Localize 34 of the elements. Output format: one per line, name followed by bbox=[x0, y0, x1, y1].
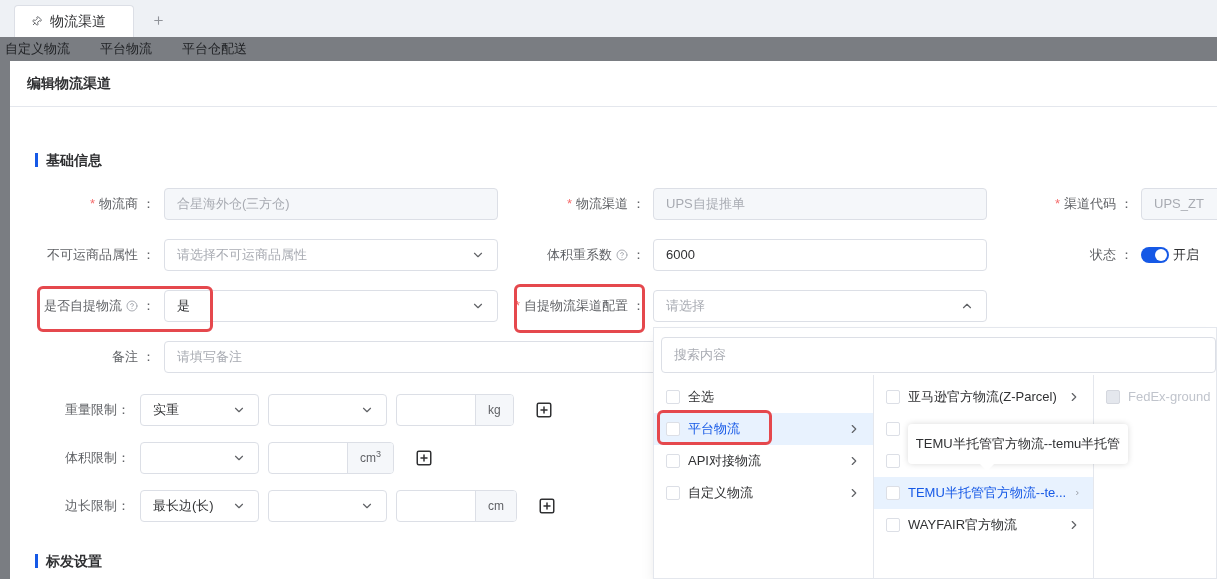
section-title: 标发设置 bbox=[46, 551, 102, 571]
label-colon: ： bbox=[142, 195, 155, 214]
label-colon: ： bbox=[632, 195, 645, 214]
required-mark: * bbox=[1054, 195, 1060, 214]
label-colon: ： bbox=[632, 297, 645, 316]
field-label: 体积重系数 bbox=[547, 246, 612, 265]
background-tab-label: 自定义物流 bbox=[5, 41, 70, 57]
label-colon: ： bbox=[142, 297, 155, 316]
label-colon: ： bbox=[142, 348, 155, 367]
background-tab-label: 平台物流 bbox=[100, 41, 152, 57]
unit-label: kg bbox=[475, 395, 513, 425]
unit-label: cm$^{3}$ bbox=[347, 443, 393, 473]
field-label: 边长限制： bbox=[64, 497, 130, 516]
field-label: 物流渠道 bbox=[576, 195, 628, 214]
field-label: 自提物流渠道配置 bbox=[524, 297, 628, 316]
label-colon: ： bbox=[632, 246, 645, 265]
label-colon: ： bbox=[1120, 195, 1133, 214]
unit-label: cm bbox=[475, 491, 516, 521]
switch-text: 开启 bbox=[1173, 246, 1199, 265]
field-label: 状态 bbox=[1090, 246, 1116, 265]
field-label: 不可运商品属性 bbox=[47, 246, 138, 265]
label-colon: ： bbox=[1120, 246, 1133, 265]
field-label: 是否自提物流 bbox=[44, 297, 122, 316]
section-title: 基础信息 bbox=[46, 150, 102, 170]
field-label: 重量限制： bbox=[64, 401, 130, 420]
field-label: 体积限制： bbox=[64, 449, 130, 468]
background-tab-label: 平台仓配送 bbox=[182, 41, 247, 57]
required-mark: * bbox=[89, 195, 95, 214]
required-mark: * bbox=[566, 195, 572, 214]
field-label: 渠道代码 bbox=[1064, 195, 1116, 214]
dialog-title: 编辑物流渠道 bbox=[27, 74, 111, 93]
field-label: 物流商 bbox=[99, 195, 138, 214]
field-label: 备注 bbox=[112, 348, 138, 367]
label-colon: ： bbox=[142, 246, 155, 265]
